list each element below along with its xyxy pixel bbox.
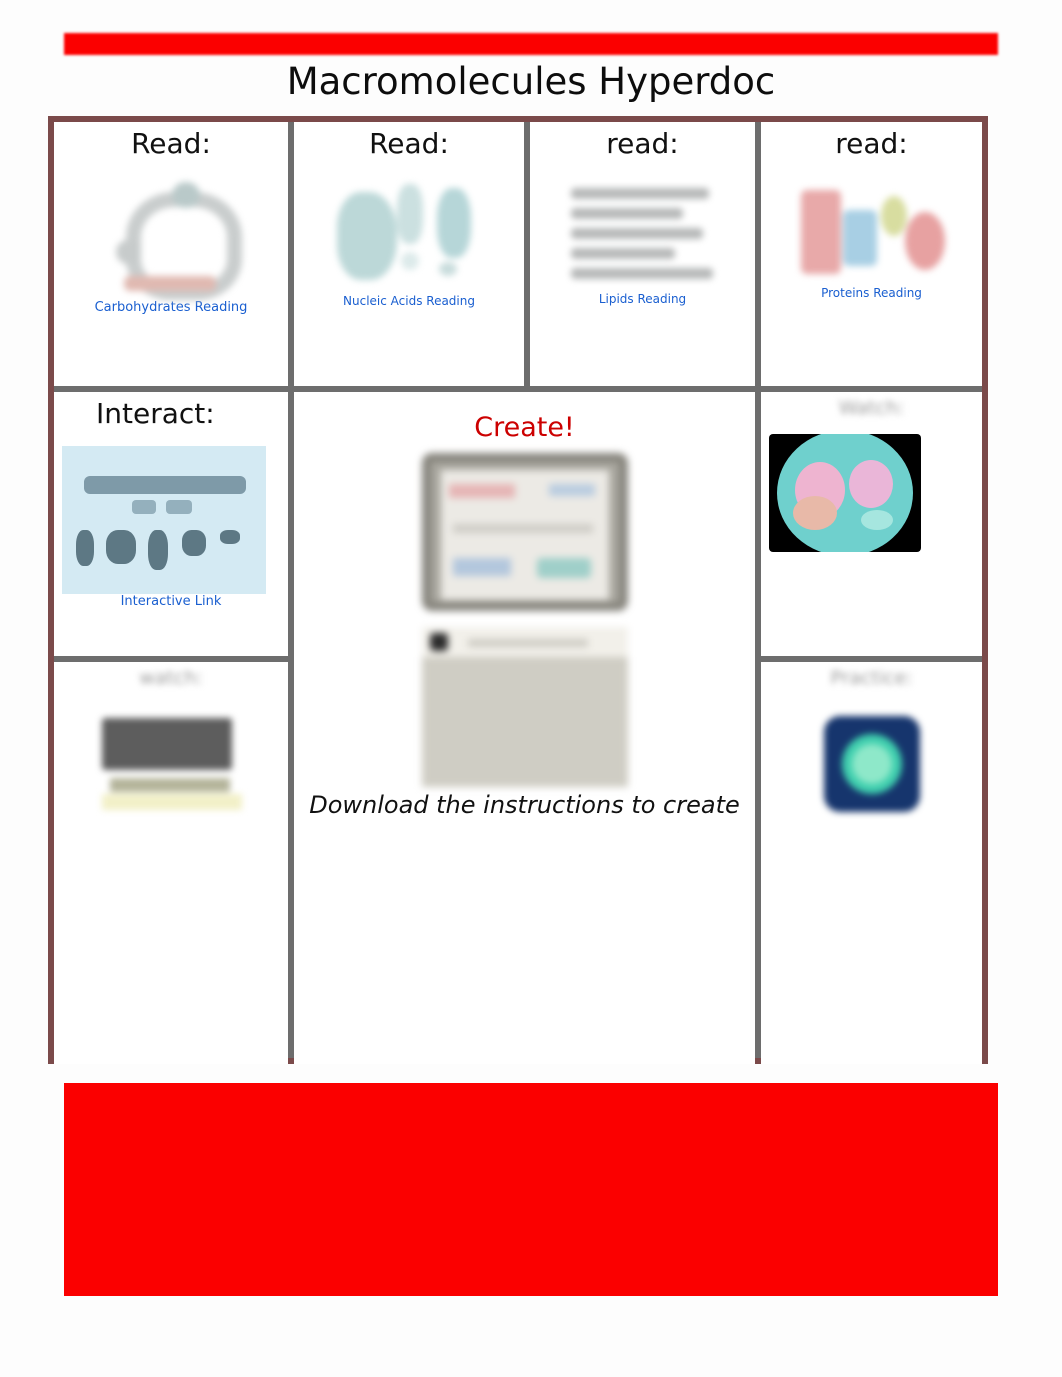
- cell-practice[interactable]: Practice:: [761, 662, 982, 1064]
- cell-heading-proteins: read:: [835, 127, 908, 160]
- link-lipids-reading[interactable]: Lipids Reading: [538, 292, 747, 306]
- hyperdoc-table: Read: Carbohydrates Reading Read: Nuclei…: [48, 116, 988, 1064]
- lipids-article-icon: [567, 184, 719, 292]
- create-caption: Download the instructions to create: [309, 793, 740, 817]
- cell-heading-lipids: read:: [606, 127, 679, 160]
- cell-heading-create: Create!: [474, 412, 575, 443]
- link-interactive[interactable]: Interactive Link: [62, 594, 280, 610]
- cell-heading-watch-notes: watch:: [139, 667, 203, 689]
- link-proteins-reading[interactable]: Proteins Reading: [769, 286, 974, 300]
- cell-carbohydrates[interactable]: Read: Carbohydrates Reading: [54, 122, 288, 386]
- cell-heading-carbohydrates: Read:: [131, 127, 211, 160]
- cell-nucleic-acids[interactable]: Read: Nucleic Acids Reading: [294, 122, 524, 386]
- link-carbohydrates-reading[interactable]: Carbohydrates Reading: [62, 300, 280, 316]
- nucleic-acids-icon: [329, 182, 489, 294]
- macromolecules-video-thumbnail-icon: [769, 433, 921, 552]
- top-red-banner: [64, 33, 998, 55]
- link-nucleic-acids-reading[interactable]: Nucleic Acids Reading: [302, 294, 516, 308]
- macromolecules-interactive-icon: [62, 446, 266, 595]
- cell-heading-interact: Interact:: [96, 397, 215, 430]
- video-notes-thumbnail-icon: [92, 716, 250, 816]
- proteins-diagram-icon: [797, 186, 947, 286]
- create-instructions-screenshot-2: [421, 627, 628, 787]
- practice-quiz-app-icon: [823, 715, 920, 812]
- cell-heading-watch: Watch:: [838, 397, 905, 419]
- cell-heading-nucleic-acids: Read:: [369, 127, 449, 160]
- cell-heading-practice: Practice:: [830, 667, 913, 689]
- carbohydrate-molecule-icon: [110, 182, 242, 301]
- hyperdoc-page: Macromolecules Hyperdoc Read: Carbohydra…: [0, 0, 1062, 1377]
- cell-lipids[interactable]: read: Lipids Reading: [530, 122, 755, 386]
- page-title: Macromolecules Hyperdoc: [286, 60, 776, 103]
- cell-proteins[interactable]: read: Proteins Reading: [761, 122, 982, 386]
- bottom-red-block: [64, 1083, 998, 1296]
- cell-watch-notes[interactable]: watch:: [54, 662, 288, 1064]
- cell-watch[interactable]: Watch:: [761, 392, 982, 656]
- create-instructions-screenshot-1: [421, 453, 628, 611]
- cell-interact[interactable]: Interact: Interactive Link: [54, 392, 288, 656]
- cell-create[interactable]: Create! Download the instructions to cre…: [294, 392, 755, 1064]
